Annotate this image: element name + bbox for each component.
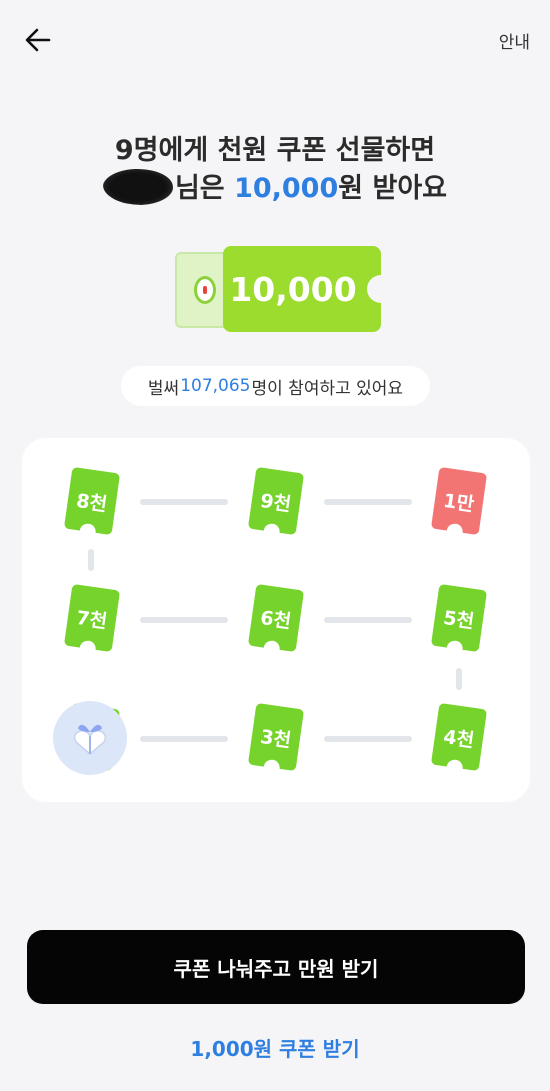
info-link[interactable]: 안내 xyxy=(499,28,530,53)
step-ticket-goal: 1만 xyxy=(430,466,488,536)
step-label: 9천 xyxy=(259,489,293,516)
headline-end: 원 받아요 xyxy=(338,173,448,204)
back-button[interactable] xyxy=(18,20,58,60)
coupon-share-page: 안내 9명에게 천원 쿠폰 선물하면 님은 10,000원 받아요 10,000… xyxy=(0,0,550,1091)
get-coupon-link[interactable]: 1,000원 쿠폰 받기 xyxy=(0,1033,550,1062)
redacted-name xyxy=(102,169,173,205)
arrow-left-icon xyxy=(25,28,51,52)
connector xyxy=(456,668,462,690)
current-step-badge xyxy=(53,701,127,775)
progress-board: 8천 9천 1만 7천 6천 5천 3천 4천 xyxy=(22,438,530,802)
participation-count: 107,065 xyxy=(180,376,251,396)
participation-suffix: 명이 참여하고 있어요 xyxy=(251,378,404,399)
step-ticket: 7천 xyxy=(63,583,121,653)
headline-line-2: 님은 10,000원 받아요 xyxy=(0,169,550,207)
step-label: 3천 xyxy=(259,725,293,752)
connector xyxy=(324,499,412,505)
connector xyxy=(140,499,228,505)
connector xyxy=(88,549,94,571)
step-ticket: 9천 xyxy=(247,466,305,536)
coupon-amount: 10,000 xyxy=(229,269,357,309)
connector xyxy=(324,736,412,742)
connector xyxy=(140,617,228,623)
connector xyxy=(140,736,228,742)
coin-icon xyxy=(194,276,216,304)
connector xyxy=(324,617,412,623)
participation-pill: 벌써 107,065 명이 참여하고 있어요 xyxy=(121,366,430,406)
headline-amount: 10,000 xyxy=(234,173,339,204)
step-ticket: 8천 xyxy=(63,466,121,536)
gift-box-icon xyxy=(73,724,107,755)
headline: 9명에게 천원 쿠폰 선물하면 님은 10,000원 받아요 xyxy=(0,132,550,207)
step-ticket: 5천 xyxy=(430,583,488,653)
coupon-front-card: 10,000 xyxy=(223,246,395,332)
step-label: 5천 xyxy=(442,606,476,633)
step-ticket: 6천 xyxy=(247,583,305,653)
step-label: 8천 xyxy=(75,489,109,516)
hero-coupon: 10,000 xyxy=(175,246,395,334)
step-label: 7천 xyxy=(75,606,109,633)
step-ticket: 4천 xyxy=(430,702,488,772)
step-ticket: 3천 xyxy=(247,702,305,772)
headline-suffix: 님은 xyxy=(174,173,235,204)
participation-prefix: 벌써 xyxy=(147,378,180,399)
headline-line-1: 9명에게 천원 쿠폰 선물하면 xyxy=(114,135,436,166)
share-coupon-button[interactable]: 쿠폰 나눠주고 만원 받기 xyxy=(27,930,525,1004)
step-label: 1만 xyxy=(442,489,476,516)
step-label: 4천 xyxy=(442,725,476,752)
step-label: 6천 xyxy=(259,606,293,633)
